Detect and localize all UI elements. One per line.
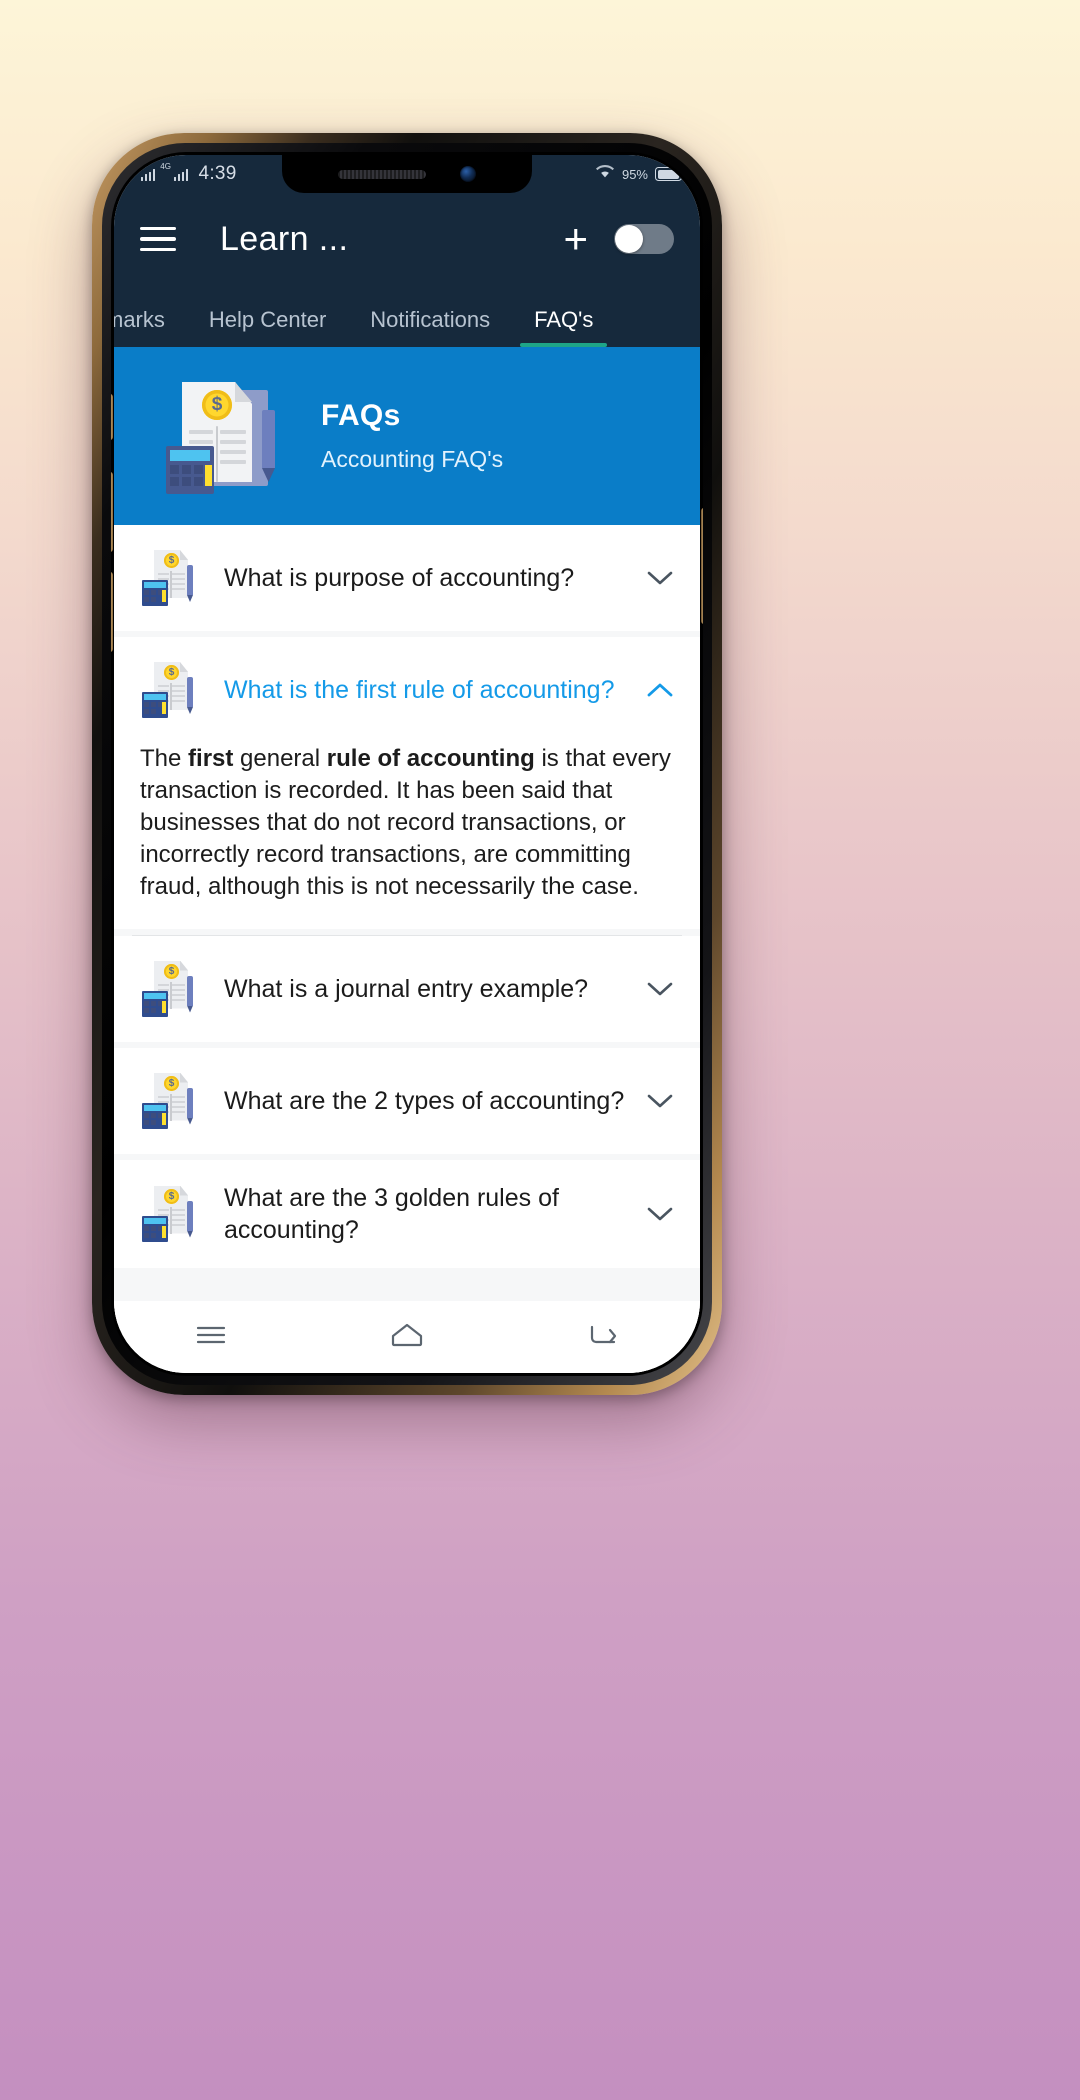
faq-item[interactable]: $ <box>114 935 700 1042</box>
home-icon[interactable] <box>390 1322 424 1353</box>
earpiece-speaker <box>338 169 426 179</box>
front-camera-icon <box>460 166 476 182</box>
banner-subtitle: Accounting FAQ's <box>321 446 504 472</box>
signal-strength-1-icon <box>140 168 156 181</box>
chevron-down-icon[interactable] <box>640 1206 680 1222</box>
phone-bezel: H 4G 4:39 95% Learn ... + marks Help Cen… <box>111 152 703 1376</box>
faq-question-label: What are the 3 golden rules of accountin… <box>224 1183 559 1244</box>
status-bar-clock: 4:39 <box>198 163 237 184</box>
faq-question-row[interactable]: $ <box>114 637 700 743</box>
tab-bookmarks[interactable]: kmarks <box>114 307 187 347</box>
mute-switch-button[interactable] <box>111 394 113 440</box>
tab-bar[interactable]: kmarks Help Center Notifications FAQ's <box>114 285 700 347</box>
app-bar: Learn ... + <box>114 193 700 285</box>
chevron-down-icon[interactable] <box>640 570 680 586</box>
hamburger-menu-icon[interactable] <box>140 226 176 252</box>
phone-inner-frame: H 4G 4:39 95% Learn ... + marks Help Cen… <box>102 143 712 1385</box>
banner-text-block: FAQs Accounting FAQ's <box>321 399 503 473</box>
network-type-1-label: H <box>132 162 138 171</box>
tab-notifications[interactable]: Notifications <box>348 307 512 347</box>
accounting-document-icon: $ <box>140 1183 202 1245</box>
tab-help-center[interactable]: Help Center <box>187 307 348 347</box>
back-icon[interactable] <box>587 1323 619 1352</box>
volume-down-button[interactable] <box>111 572 113 652</box>
faq-item[interactable]: $ <box>114 525 700 631</box>
faq-question-row[interactable]: $ <box>114 936 700 1042</box>
notch <box>282 155 532 193</box>
faq-item[interactable]: $ <box>114 637 700 929</box>
recents-menu-icon[interactable] <box>195 1324 227 1351</box>
plus-icon[interactable]: + <box>563 218 588 260</box>
faq-item[interactable]: $ <box>114 1047 700 1154</box>
system-navigation-bar <box>114 1301 700 1373</box>
power-button[interactable] <box>701 508 703 624</box>
volume-up-button[interactable] <box>111 472 113 552</box>
phone-device-frame: H 4G 4:39 95% Learn ... + marks Help Cen… <box>92 133 722 1395</box>
status-bar-right: 95% <box>595 164 686 184</box>
faq-question-row[interactable]: $ <box>114 1160 700 1268</box>
signal-strength-2-icon <box>173 168 189 181</box>
page-title: Learn ... <box>220 219 349 258</box>
battery-percent-label: 95% <box>621 166 648 182</box>
status-bar-left: H 4G 4:39 <box>132 163 237 185</box>
banner-title: FAQs <box>321 399 401 432</box>
accounting-document-icon: $ <box>140 659 202 721</box>
network-type-2-label: 4G <box>160 162 171 171</box>
faq-question-label: What is the first rule of accounting? <box>224 676 615 704</box>
phone-screen: H 4G 4:39 95% Learn ... + marks Help Cen… <box>114 155 700 1373</box>
wifi-icon <box>595 164 615 184</box>
accounting-document-icon: $ <box>140 1070 202 1132</box>
chevron-down-icon[interactable] <box>640 981 680 997</box>
accounting-document-calculator-icon: $ <box>162 376 287 496</box>
faq-question-row[interactable]: $ <box>114 1048 700 1154</box>
tab-faqs[interactable]: FAQ's <box>512 307 615 347</box>
accounting-document-icon: $ <box>140 958 202 1020</box>
accounting-document-icon: $ <box>140 547 202 609</box>
battery-icon <box>655 167 686 181</box>
theme-toggle-switch[interactable] <box>614 224 674 254</box>
faq-question-label: What is a journal entry example? <box>224 974 589 1003</box>
chevron-down-icon[interactable] <box>640 1093 680 1109</box>
faq-answer-text: The first general rule of accounting is … <box>140 745 671 900</box>
faq-question-label: What are the 2 types of accounting? <box>224 1086 625 1115</box>
faq-item[interactable]: $ <box>114 1159 700 1268</box>
chevron-up-icon[interactable] <box>640 682 680 698</box>
faq-question-label: What is purpose of accounting? <box>224 564 575 592</box>
faqs-banner: $ FAQs Accounting FAQ's <box>114 347 700 525</box>
faq-list[interactable]: $ What is purpose of accounting? $ What … <box>114 525 700 1373</box>
faq-question-row[interactable]: $ <box>114 525 700 631</box>
